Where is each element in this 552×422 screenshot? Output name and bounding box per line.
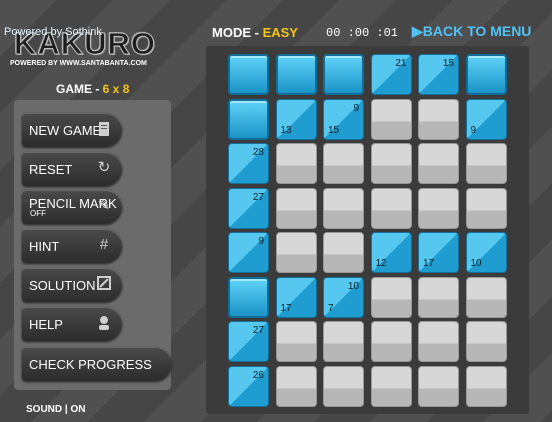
powered-by-text: Powered by Sothink (4, 26, 102, 38)
grid-cell[interactable] (465, 321, 507, 362)
grid-cell[interactable] (275, 143, 317, 184)
across-clue-sum: 9 (258, 236, 264, 247)
clue-cell: 27 (228, 321, 269, 362)
clue-cell: 10 7 (323, 276, 364, 318)
document-icon (96, 121, 112, 137)
grid-cell[interactable] (275, 365, 317, 407)
help-label: HELP (29, 317, 63, 332)
back-to-menu-link[interactable]: ▶BACK TO MENU (412, 23, 531, 40)
checkbox-icon (96, 276, 112, 292)
across-clue-sum: 26 (252, 369, 264, 381)
grid-cell[interactable] (370, 187, 412, 229)
clue-cell: 12 (370, 232, 412, 273)
kakuro-board: 21 15 13 9 15 9 28 27 9 12 17 10 17 10 7 27 26 (206, 46, 529, 414)
timer: 00 :00 :01 (326, 26, 399, 40)
grid-block (228, 276, 269, 318)
grid-cell[interactable] (465, 365, 507, 407)
grid-cell[interactable] (418, 187, 459, 229)
help-button[interactable]: HELP (22, 307, 122, 341)
across-clue-sum: 21 (395, 58, 407, 69)
down-clue-sum: 17 (280, 302, 292, 314)
help-person-icon (96, 315, 112, 331)
reset-label: RESET (29, 162, 73, 177)
grid-cell[interactable] (418, 365, 459, 407)
solution-button[interactable]: SOLUTION (22, 268, 122, 302)
grid-cell[interactable] (370, 365, 412, 407)
sound-toggle[interactable]: SOUND | ON (26, 404, 85, 415)
clue-cell: 9 (228, 232, 269, 273)
grid-cell[interactable] (323, 232, 364, 273)
down-clue-sum: 10 (470, 258, 482, 269)
grid-cell[interactable] (465, 143, 507, 184)
clue-cell: 9 15 (323, 98, 364, 140)
grid-cell[interactable] (465, 276, 507, 318)
grid-block (228, 98, 269, 140)
down-clue-sum: 15 (328, 124, 340, 136)
clue-cell: 10 (465, 232, 507, 273)
grid-cell[interactable] (275, 187, 317, 229)
grid-block (228, 54, 269, 95)
mode-label: MODE - EASY (212, 25, 298, 40)
across-clue-sum: 28 (252, 147, 264, 158)
clue-cell: 13 (275, 98, 317, 140)
down-clue-sum: 17 (423, 258, 435, 269)
down-clue-sum: 13 (280, 124, 292, 136)
grid-cell[interactable] (370, 143, 412, 184)
back-to-menu-label: BACK TO MENU (422, 23, 532, 39)
mode-label-prefix: MODE - (212, 25, 263, 40)
clue-cell: 17 (418, 232, 459, 273)
clue-cell: 27 (228, 187, 269, 229)
across-clue-sum: 27 (252, 191, 264, 203)
play-arrow-icon: ▶ (412, 23, 423, 39)
grid-block (465, 54, 507, 95)
down-clue-sum: 9 (470, 124, 477, 136)
clue-cell: 17 (275, 276, 317, 318)
grid-cell[interactable] (418, 276, 459, 318)
new-game-button[interactable]: NEW GAME (22, 113, 122, 147)
check-progress-button[interactable]: CHECK PROGRESS (22, 347, 172, 381)
game-size-label: GAME - 6 x 8 (56, 82, 129, 96)
down-clue-sum: 7 (328, 302, 334, 314)
grid-cell[interactable] (465, 187, 507, 229)
clue-cell: 26 (228, 365, 269, 407)
game-label-prefix: GAME - (56, 82, 103, 96)
clue-cell: 15 (418, 54, 459, 95)
game-size-value: 6 x 8 (102, 82, 130, 96)
pencil-mark-state: OFF (30, 209, 46, 218)
hint-label: HINT (29, 239, 60, 254)
grid-block (323, 54, 364, 95)
grid-hash-icon: # (99, 236, 109, 253)
clue-cell: 9 (465, 98, 507, 140)
mode-value: EASY (262, 25, 298, 40)
grid-cell[interactable] (418, 143, 459, 184)
across-clue-sum: 9 (353, 102, 359, 114)
grid-cell[interactable] (275, 232, 317, 273)
clue-cell: 28 (228, 143, 269, 184)
grid-cell[interactable] (370, 276, 412, 318)
check-progress-label: CHECK PROGRESS (29, 357, 152, 372)
grid-cell[interactable] (418, 98, 459, 140)
reset-button[interactable]: RESET ↻ (22, 152, 122, 186)
across-clue-sum: 10 (347, 280, 359, 292)
grid-cell[interactable] (323, 365, 364, 407)
grid-cell[interactable] (323, 187, 364, 229)
grid-cell[interactable] (275, 321, 317, 362)
new-game-label: NEW GAME (29, 123, 102, 138)
grid-cell[interactable] (418, 321, 459, 362)
across-clue-sum: 15 (442, 58, 454, 69)
clue-cell: 21 (370, 54, 412, 95)
pencil-icon: ✎ (97, 197, 111, 214)
grid-cell[interactable] (323, 143, 364, 184)
grid-block (275, 54, 317, 95)
hint-button[interactable]: HINT # (22, 229, 122, 263)
down-clue-sum: 12 (375, 258, 387, 269)
pencil-mark-button[interactable]: PENCIL MARK OFF ✎ (22, 190, 122, 224)
grid-cell[interactable] (323, 321, 364, 362)
solution-label: SOLUTION (29, 278, 96, 293)
across-clue-sum: 27 (252, 325, 264, 336)
grid-cell[interactable] (370, 98, 412, 140)
refresh-icon: ↻ (97, 159, 111, 176)
grid-cell[interactable] (370, 321, 412, 362)
logo-subtitle: POWERED BY WWW.SANTABANTA.COM (10, 60, 147, 67)
